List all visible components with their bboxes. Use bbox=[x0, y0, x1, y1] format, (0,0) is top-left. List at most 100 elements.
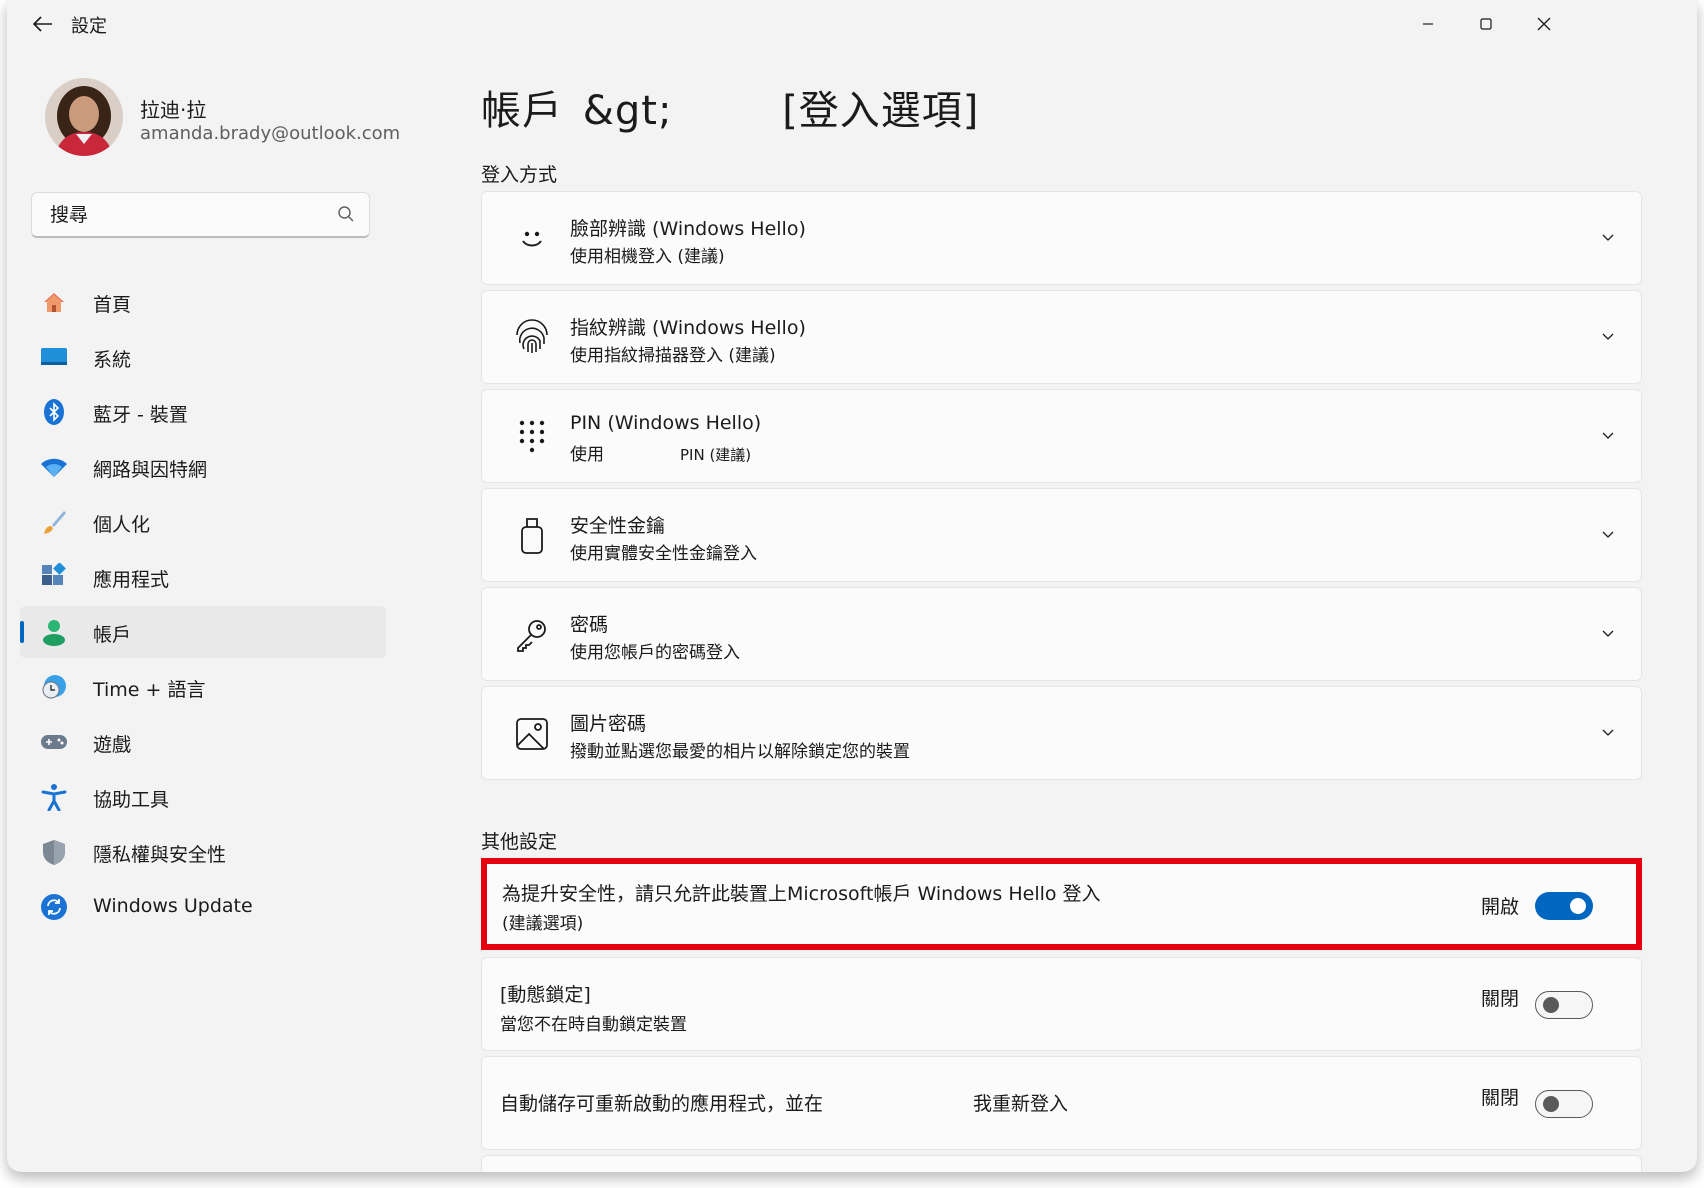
toggle-state-label: 開啟 bbox=[1480, 896, 1519, 918]
paintbrush-icon bbox=[40, 508, 68, 536]
nav-item-windows-update[interactable]: Windows Update bbox=[20, 881, 386, 933]
gamepad-icon bbox=[40, 728, 68, 756]
home-icon bbox=[40, 288, 68, 316]
toggle-state-label: 關閉 bbox=[1480, 1087, 1519, 1109]
nav-item-personalization[interactable]: 個人化 bbox=[20, 496, 386, 548]
time-language-icon bbox=[40, 673, 68, 701]
maximize-button[interactable] bbox=[1463, 6, 1509, 42]
option-title: 圖片密碼 bbox=[570, 713, 647, 735]
nav-item-time-language[interactable]: Time + 語言 bbox=[20, 661, 386, 713]
setting-title-part: 我重新登入 bbox=[973, 1093, 1069, 1115]
other-settings-header: 其他設定 bbox=[481, 831, 558, 853]
option-subtitle: 撥動並點選您最愛的相片以解除鎖定您的裝置 bbox=[570, 742, 910, 762]
nav-item-label: 帳戶 bbox=[93, 624, 132, 646]
nav-item-label: 首頁 bbox=[93, 294, 132, 316]
dynamic-lock-toggle[interactable] bbox=[1535, 991, 1593, 1019]
nav-item-label: 隱私權與安全性 bbox=[93, 844, 227, 866]
chevron-down-icon bbox=[1602, 531, 1614, 538]
chevron-down-icon bbox=[1602, 630, 1614, 637]
nav-item-label: 遊戲 bbox=[93, 734, 132, 756]
nav-item-privacy-security[interactable]: 隱私權與安全性 bbox=[20, 826, 386, 878]
setting-title: 自動儲存可重新啟動的應用程式，並在 我重新登入 bbox=[500, 1089, 1068, 1116]
signin-option-password[interactable]: 密碼 使用您帳戶的密碼登入 bbox=[481, 587, 1642, 681]
maximize-icon bbox=[1480, 18, 1492, 30]
nav-item-label: 藍牙 - 裝置 bbox=[93, 404, 188, 426]
option-title: PIN (Windows Hello) bbox=[570, 412, 762, 434]
auto-restart-apps-toggle[interactable] bbox=[1535, 1090, 1593, 1118]
chevron-down-icon bbox=[1602, 432, 1614, 439]
breadcrumb-parent[interactable]: 帳戶 bbox=[481, 88, 563, 134]
option-subtitle-part: PIN (建議) bbox=[680, 446, 752, 464]
page-title: 帳戶 &gt; [登入選項] bbox=[481, 78, 979, 136]
option-subtitle: 使用您帳戶的密碼登入 bbox=[570, 643, 740, 663]
chevron-down-icon bbox=[1602, 234, 1614, 241]
option-subtitle: 使用 PIN (建議) bbox=[570, 440, 751, 465]
search-icon[interactable] bbox=[337, 205, 355, 223]
nav-item-home[interactable]: 首頁 bbox=[20, 276, 386, 328]
back-arrow-icon bbox=[33, 16, 52, 32]
setting-subtitle: 當您不在時自動鎖定裝置 bbox=[500, 1015, 687, 1035]
setting-title-part: 自動儲存可重新啟動的應用程式，並在 bbox=[500, 1093, 824, 1115]
system-display-icon bbox=[40, 343, 68, 371]
breadcrumb-separator: &gt; bbox=[582, 88, 673, 134]
back-button[interactable] bbox=[25, 10, 61, 38]
toggle-state-label: 關閉 bbox=[1480, 988, 1519, 1010]
option-title: 密碼 bbox=[570, 614, 609, 636]
nav-item-bluetooth[interactable]: 藍牙 - 裝置 bbox=[20, 386, 386, 438]
accessibility-icon bbox=[40, 783, 68, 811]
windows-hello-only-toggle[interactable] bbox=[1535, 892, 1593, 920]
nav-item-label: Time + 語言 bbox=[93, 679, 206, 701]
signin-option-security-key[interactable]: 安全性金鑰 使用實體安全性金鑰登入 bbox=[481, 488, 1642, 582]
window-title: 設定 bbox=[71, 16, 107, 37]
nav-item-network[interactable]: 網路與因特網 bbox=[20, 441, 386, 493]
user-name: 拉迪·拉 bbox=[140, 98, 207, 122]
setting-subtitle: (建議選項) bbox=[502, 914, 584, 934]
chevron-down-icon bbox=[1602, 333, 1614, 340]
nav-item-label: 個人化 bbox=[93, 514, 151, 536]
nav-item-label: Windows Update bbox=[93, 895, 253, 917]
signin-option-picture-password[interactable]: 圖片密碼 撥動並點選您最愛的相片以解除鎖定您的裝置 bbox=[481, 686, 1642, 780]
avatar-photo-icon bbox=[45, 78, 123, 156]
setting-title: [動態鎖定] bbox=[500, 984, 591, 1006]
nav-item-accounts[interactable]: 帳戶 bbox=[20, 606, 386, 658]
nav-item-system[interactable]: 系統 bbox=[20, 331, 386, 383]
pin-keypad-icon bbox=[512, 417, 552, 457]
setting-dynamic-lock: [動態鎖定] 當您不在時自動鎖定裝置 關閉 bbox=[481, 957, 1642, 1051]
option-subtitle-part: 使用 bbox=[570, 445, 604, 465]
minimize-button[interactable] bbox=[1405, 6, 1451, 42]
close-button[interactable] bbox=[1521, 6, 1567, 42]
nav-item-apps[interactable]: 應用程式 bbox=[20, 551, 386, 603]
breadcrumb-current: [登入選項] bbox=[782, 88, 980, 134]
nav-item-label: 網路與因特網 bbox=[93, 459, 208, 481]
chevron-down-icon bbox=[1602, 729, 1614, 736]
toggle-knob bbox=[1570, 898, 1586, 914]
account-person-icon bbox=[40, 618, 68, 646]
nav-item-gaming[interactable]: 遊戲 bbox=[20, 716, 386, 768]
search-box[interactable] bbox=[31, 192, 370, 238]
bluetooth-icon bbox=[40, 398, 68, 426]
option-subtitle: 使用相機登入 (建議) bbox=[570, 247, 725, 267]
avatar[interactable] bbox=[45, 78, 123, 156]
close-icon bbox=[1537, 17, 1551, 31]
signin-option-pin[interactable]: PIN (Windows Hello) 使用 PIN (建議) bbox=[481, 389, 1642, 483]
wifi-icon bbox=[40, 453, 68, 481]
setting-auto-restart-apps: 自動儲存可重新啟動的應用程式，並在 我重新登入 關閉 bbox=[481, 1056, 1642, 1150]
title-bar: 設定 bbox=[7, 0, 1697, 48]
nav-item-accessibility[interactable]: 協助工具 bbox=[20, 771, 386, 823]
face-icon bbox=[512, 219, 552, 259]
signin-option-fingerprint[interactable]: 指紋辨識 (Windows Hello) 使用指紋掃描器登入 (建議) bbox=[481, 290, 1642, 384]
option-title: 指紋辨識 (Windows Hello) bbox=[570, 317, 806, 339]
toggle-knob bbox=[1543, 997, 1559, 1013]
picture-icon bbox=[512, 714, 552, 754]
signin-section-header: 登入方式 bbox=[481, 164, 558, 186]
selection-indicator bbox=[20, 621, 24, 643]
nav-item-label: 系統 bbox=[93, 349, 132, 371]
signin-option-face[interactable]: 臉部辨識 (Windows Hello) 使用相機登入 (建議) bbox=[481, 191, 1642, 285]
setting-windows-hello-only: 為提升安全性，請只允許此裝置上Microsoft帳戶 Windows Hello… bbox=[481, 858, 1642, 950]
search-input[interactable] bbox=[50, 201, 320, 229]
user-email: amanda.brady@outlook.com bbox=[140, 123, 401, 144]
option-subtitle: 使用指紋掃描器登入 (建議) bbox=[570, 346, 776, 366]
option-title: 臉部辨識 (Windows Hello) bbox=[570, 218, 806, 240]
nav-item-label: 應用程式 bbox=[93, 569, 170, 591]
nav-item-label: 協助工具 bbox=[93, 789, 170, 811]
